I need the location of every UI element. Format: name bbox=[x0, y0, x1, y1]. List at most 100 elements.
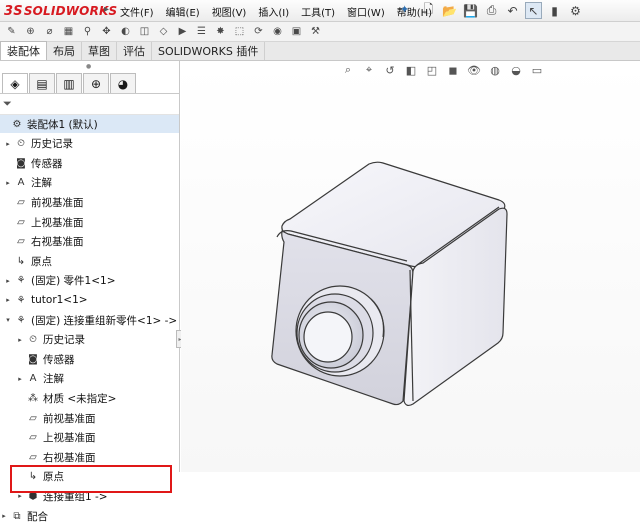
feature-manager-tab-icon[interactable]: ◈ bbox=[2, 73, 28, 93]
title-bar: 3S SOLIDWORKS ▸ 文件(F) 编辑(E) 视图(V) 插入(I) 工具(T… bbox=[0, 0, 640, 22]
tree-item[interactable]: ▸ A 注解 bbox=[0, 174, 179, 192]
solidworks-logo[interactable]: 3S SOLIDWORKS bbox=[4, 3, 117, 19]
tree-item[interactable]: ▱ 上视基准面 bbox=[0, 213, 179, 231]
plane-icon: ▱ bbox=[29, 451, 37, 463]
print-icon[interactable]: ⎙ bbox=[483, 2, 500, 19]
panel-grip-icon[interactable]: ● bbox=[86, 63, 92, 70]
menu-item[interactable]: 工具(T) bbox=[301, 4, 335, 19]
tree-item-label: 注解 bbox=[43, 373, 64, 386]
instant3d-icon[interactable]: ⬚ bbox=[232, 24, 247, 39]
options-gear-icon[interactable]: ⚙ bbox=[567, 2, 584, 19]
tree-filter-bar[interactable]: ⏷ bbox=[0, 93, 179, 115]
open-folder-icon[interactable]: 📂 bbox=[441, 2, 458, 19]
tree-item[interactable]: ▱ 上视基准面 bbox=[0, 429, 179, 447]
bill-of-materials-icon[interactable]: ☰ bbox=[194, 24, 209, 39]
tree-item[interactable]: ◙ 传感器 bbox=[0, 350, 179, 368]
tree-item[interactable]: ▸ A 注解 bbox=[0, 370, 179, 388]
tree-item[interactable]: ▸ ⧉ 配合 bbox=[0, 507, 179, 525]
assembly-model-render[interactable] bbox=[181, 61, 640, 472]
menu-item[interactable]: 窗口(W) bbox=[347, 4, 385, 19]
annotation-icon: A bbox=[17, 177, 25, 189]
expand-chevron-icon[interactable]: ▸ bbox=[4, 140, 12, 148]
graphics-viewport[interactable]: ⌕ ⌖ ↺ ◧ ◰ ◼ 👁 ◍ ◒ ▭ bbox=[181, 61, 640, 472]
property-manager-tab-icon[interactable]: ▤ bbox=[29, 73, 55, 93]
sensor-icon: ◙ bbox=[16, 157, 26, 169]
pin-icon[interactable]: ✦ bbox=[400, 3, 409, 16]
menu-item[interactable]: 文件(F) bbox=[120, 4, 154, 19]
expand-chevron-icon[interactable]: ▸ bbox=[16, 492, 24, 500]
undo-icon[interactable]: ↶ bbox=[504, 2, 521, 19]
expand-chevron-icon[interactable]: ▸ bbox=[4, 277, 12, 285]
dimxpert-manager-tab-icon[interactable]: ⊕ bbox=[83, 73, 109, 93]
menu-bar: 文件(F) 编辑(E) 视图(V) 插入(I) 工具(T) 窗口(W) 帮助(H) bbox=[120, 0, 444, 22]
edit-component-icon[interactable]: ✎ bbox=[4, 24, 19, 39]
linear-pattern-icon[interactable]: ▦ bbox=[61, 24, 76, 39]
tree-item-label: (固定) 零件1<1> bbox=[31, 275, 116, 288]
update-speedpak-icon[interactable]: ⟳ bbox=[251, 24, 266, 39]
expand-chevron-icon[interactable]: ▸ bbox=[4, 296, 12, 304]
logo-mark: 3S bbox=[4, 3, 23, 19]
assembly-toolbar: ✎ ⊕ ⌀ ▦ ⚲ ✥ ◐ ◫ ◇ ▶ ☰ ✸ ⬚ ⟳ ◉ ▣ ⚒ bbox=[0, 22, 640, 42]
menu-item[interactable]: 视图(V) bbox=[212, 4, 247, 19]
tree-item[interactable]: ▱ 右视基准面 bbox=[0, 233, 179, 251]
tree-item-label: (固定) 连接重组新零件<1> -> bbox=[31, 314, 178, 327]
tree-item[interactable]: ▾ ⚘ (固定) 连接重组新零件<1> -> bbox=[0, 311, 179, 329]
part-icon: ⚘ bbox=[16, 314, 26, 326]
mates-icon: ⧉ bbox=[13, 510, 21, 522]
history-icon: ⏲ bbox=[29, 334, 37, 346]
filter-icon[interactable]: ⏷ bbox=[3, 97, 12, 111]
tree-item[interactable]: ▸ ⏲ 历史记录 bbox=[0, 331, 179, 349]
tree-item-label: 右视基准面 bbox=[43, 451, 96, 464]
plane-icon: ▱ bbox=[29, 432, 37, 444]
rebuild-traffic-light-icon[interactable]: ▮ bbox=[546, 2, 563, 19]
command-tab[interactable]: 布局 bbox=[47, 42, 82, 60]
tree-item[interactable]: ▱ 右视基准面 bbox=[0, 448, 179, 466]
command-tab[interactable]: SOLIDWORKS 插件 bbox=[152, 42, 266, 60]
assembly-icon: ⚙ bbox=[12, 118, 22, 130]
tree-item-label: 注解 bbox=[31, 177, 52, 190]
panel-tabs: ◈ ▤ ▥ ⊕ ◕ bbox=[2, 73, 137, 93]
tree-item[interactable]: ◙ 传感器 bbox=[0, 154, 179, 172]
tree-item[interactable]: ▸ ⏲ 历史记录 bbox=[0, 135, 179, 153]
exploded-view-icon[interactable]: ✸ bbox=[213, 24, 228, 39]
expand-chevron-icon[interactable]: ▸ bbox=[16, 336, 24, 344]
assembly-features-icon[interactable]: ◫ bbox=[137, 24, 152, 39]
tree-item[interactable]: ⁂ 材质 <未指定> bbox=[0, 389, 179, 407]
command-tab[interactable]: 评估 bbox=[117, 42, 152, 60]
app-menu-chevron-icon[interactable]: ▸ bbox=[104, 4, 109, 15]
insert-component-icon[interactable]: ⊕ bbox=[23, 24, 38, 39]
tree-item-label: 原点 bbox=[31, 255, 52, 268]
show-hidden-icon[interactable]: ◐ bbox=[118, 24, 133, 39]
menu-item[interactable]: 插入(I) bbox=[258, 4, 289, 19]
snapshot-icon[interactable]: ◉ bbox=[270, 24, 285, 39]
expand-chevron-icon[interactable]: ▾ bbox=[4, 316, 12, 324]
tree-item-label: 前视基准面 bbox=[31, 196, 84, 209]
new-motion-study-icon[interactable]: ▶ bbox=[175, 24, 190, 39]
large-assembly-icon[interactable]: ▣ bbox=[289, 24, 304, 39]
command-tab[interactable]: 装配体 bbox=[0, 41, 47, 60]
tree-item[interactable]: ▱ 前视基准面 bbox=[0, 193, 179, 211]
tree-item[interactable]: ▸ ⚘ tutor1<1> bbox=[0, 291, 179, 309]
tree-item[interactable]: ⚙ 装配体1 (默认) bbox=[0, 115, 179, 133]
smart-fasteners-icon[interactable]: ⚲ bbox=[80, 24, 95, 39]
annotation-icon: A bbox=[29, 373, 37, 385]
expand-chevron-icon[interactable]: ▸ bbox=[0, 512, 8, 520]
tree-item[interactable]: ▱ 前视基准面 bbox=[0, 409, 179, 427]
save-icon[interactable]: 💾 bbox=[462, 2, 479, 19]
move-component-icon[interactable]: ✥ bbox=[99, 24, 114, 39]
menu-item[interactable]: 编辑(E) bbox=[166, 4, 200, 19]
select-pointer-icon[interactable]: ↖ bbox=[525, 2, 542, 19]
mate-icon[interactable]: ⌀ bbox=[42, 24, 57, 39]
tools-icon[interactable]: ⚒ bbox=[308, 24, 323, 39]
plane-icon: ▱ bbox=[17, 196, 25, 208]
new-document-icon[interactable]: 🗋 bbox=[420, 2, 437, 19]
command-tab[interactable]: 草图 bbox=[82, 42, 117, 60]
expand-chevron-icon[interactable]: ▸ bbox=[4, 179, 12, 187]
history-icon: ⏲ bbox=[17, 138, 25, 150]
tree-item[interactable]: ▸ ⚘ (固定) 零件1<1> bbox=[0, 272, 179, 290]
configuration-manager-tab-icon[interactable]: ▥ bbox=[56, 73, 82, 93]
tree-item[interactable]: ↳ 原点 bbox=[0, 252, 179, 270]
expand-chevron-icon[interactable]: ▸ bbox=[16, 375, 24, 383]
display-manager-tab-icon[interactable]: ◕ bbox=[110, 73, 136, 93]
reference-geometry-icon[interactable]: ◇ bbox=[156, 24, 171, 39]
